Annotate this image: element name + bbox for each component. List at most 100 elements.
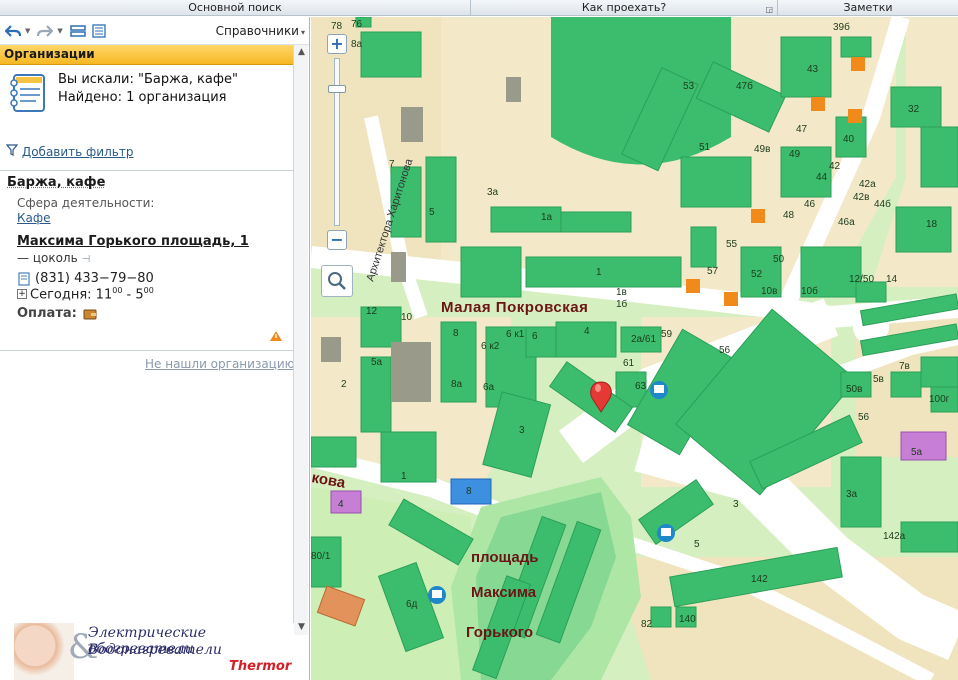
zoom-slider[interactable] — [328, 58, 346, 226]
pin-icon[interactable]: ⊣ — [81, 254, 90, 265]
poi-icon[interactable] — [686, 279, 700, 293]
house-number-label: 43 — [807, 64, 819, 75]
bus-stop-icon[interactable] — [650, 381, 668, 399]
bus-stop-icon[interactable] — [657, 524, 675, 542]
building — [460, 246, 522, 298]
zoom-area-button[interactable] — [321, 265, 353, 297]
sidebar-scrollbar[interactable]: ▲ ▼ — [293, 45, 308, 635]
building — [895, 206, 952, 253]
house-number-label: 52 — [751, 269, 763, 280]
search-summary: Вы искали: "Баржа, кафе" Найдено: 1 орга… — [0, 65, 309, 129]
directories-dropdown[interactable]: Справочники — [216, 24, 305, 38]
house-number-label: 3а — [846, 489, 858, 500]
poi-icon[interactable] — [751, 209, 765, 223]
phone-number: (831) 433−79−80 — [35, 271, 154, 286]
print-icon[interactable] — [90, 22, 108, 40]
zoom-out-button[interactable]: − — [327, 230, 347, 250]
list-view-icon[interactable] — [69, 22, 87, 40]
house-number-label: 10в — [761, 286, 777, 297]
ad-woman-image — [14, 623, 74, 680]
activity-label: Сфера деятельности: — [17, 196, 155, 210]
house-number-label: 61 — [623, 358, 635, 369]
zoom-control[interactable]: + − — [324, 32, 354, 302]
result-card: Баржа, кафе Сфера деятельности: Кафе Мак… — [7, 175, 292, 321]
house-number-label: 10 — [401, 312, 413, 323]
house-number-label: 1а — [541, 212, 553, 223]
ad-banner[interactable]: & Электрические обогреватели Водонагрева… — [14, 623, 294, 680]
building — [920, 356, 958, 388]
back-dropdown-icon[interactable]: ▼ — [25, 27, 30, 35]
house-number-label: 8 — [466, 486, 472, 497]
house-number-label: 8а — [451, 379, 463, 390]
scroll-up-icon[interactable]: ▲ — [294, 45, 309, 60]
building — [560, 211, 632, 233]
tab-main-search[interactable]: Основной поиск — [0, 0, 471, 16]
house-number-label: 40 — [843, 134, 855, 145]
building — [680, 156, 752, 208]
forward-arrow-icon[interactable] — [36, 22, 54, 40]
notebook-icon — [10, 74, 45, 112]
house-number-label: 32 — [908, 104, 920, 115]
house-number-label: 42 — [829, 161, 841, 172]
house-number-label: 76 — [351, 19, 363, 30]
house-number-label: 57 — [707, 266, 719, 277]
house-number-label: 42а — [859, 179, 876, 190]
tab-label: Как проехать? — [581, 1, 667, 14]
payment-row: Оплата: — [17, 306, 292, 321]
tab-label: Заметки — [843, 1, 893, 14]
hours-row: + Сегодня: 1100 - 500 — [17, 286, 292, 302]
tab-route[interactable]: Как проехать? ◲ — [471, 0, 778, 16]
found-count-text: Найдено: 1 организация — [58, 90, 227, 105]
house-number-label: 50 — [773, 254, 785, 265]
house-number-label: 44б — [874, 198, 891, 210]
building — [780, 36, 832, 98]
building — [360, 31, 422, 78]
house-number-label: 4 — [584, 326, 590, 337]
house-number-label: 5а — [911, 447, 923, 458]
map-canvas[interactable]: Малая Покровская Архитектора Харитонова … — [311, 17, 958, 680]
activity-link[interactable]: Кафе — [17, 211, 292, 226]
popout-icon[interactable]: ◲ — [765, 2, 773, 17]
back-arrow-icon[interactable] — [4, 22, 22, 40]
building-purple — [900, 431, 947, 461]
house-number-label: 6 — [532, 331, 538, 342]
poi-icon[interactable] — [811, 97, 825, 111]
house-number-label: 18 — [926, 219, 938, 230]
house-number-label: 6 к2 — [481, 341, 500, 352]
zoom-in-button[interactable]: + — [327, 34, 347, 54]
building — [855, 281, 887, 303]
building-gray — [401, 107, 423, 142]
tab-notes[interactable]: Заметки — [778, 0, 958, 16]
warning-icon[interactable] — [270, 331, 282, 341]
poi-icon[interactable] — [851, 57, 865, 71]
expand-hours-icon[interactable]: + — [17, 289, 27, 300]
building-gray — [391, 252, 406, 282]
poi-icon[interactable] — [848, 109, 862, 123]
scroll-down-icon[interactable]: ▼ — [294, 620, 309, 635]
house-number-label: 4 — [338, 499, 344, 510]
not-found-link[interactable]: Не нашли организацию? — [145, 357, 301, 371]
building — [311, 536, 342, 588]
building-gray — [391, 342, 431, 402]
house-number-label: 6а — [483, 382, 495, 393]
map-view[interactable]: Малая Покровская Архитектора Харитонова … — [311, 17, 958, 680]
poi-icon[interactable] — [724, 292, 738, 306]
hours-text: Сегодня: 1100 - 500 — [30, 286, 154, 303]
bus-stop-icon[interactable] — [428, 586, 446, 604]
house-number-label: 47б — [736, 80, 753, 92]
zoom-handle[interactable] — [328, 85, 346, 93]
forward-dropdown-icon[interactable]: ▼ — [57, 27, 62, 35]
house-number-label: 1б — [616, 298, 628, 310]
house-number-label: 8 — [453, 328, 459, 339]
house-number-label: 63 — [635, 381, 647, 392]
house-number-label: 5а — [371, 357, 383, 368]
building — [900, 521, 958, 553]
house-number-label: 39б — [833, 21, 850, 33]
address-link[interactable]: Максима Горького площадь, 1 — [17, 234, 292, 249]
divider — [0, 350, 293, 351]
house-number-label: 56 — [719, 345, 731, 356]
add-filter-link[interactable]: Добавить фильтр — [5, 144, 133, 159]
building — [380, 431, 437, 483]
result-name-link[interactable]: Баржа, кафе — [7, 175, 292, 190]
house-number-label: 6 к1 — [506, 329, 525, 340]
